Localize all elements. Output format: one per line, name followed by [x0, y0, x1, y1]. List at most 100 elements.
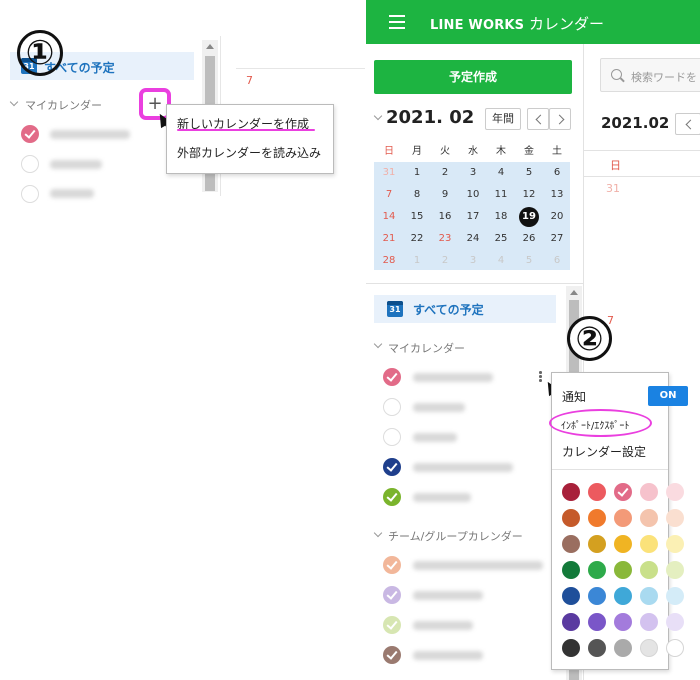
chevron-down-icon[interactable]	[373, 111, 383, 121]
calendar-day[interactable]: 24	[459, 230, 487, 248]
calendar-checkbox[interactable]	[383, 428, 401, 446]
calendar-checkbox[interactable]	[383, 556, 401, 574]
color-swatch[interactable]	[588, 639, 606, 657]
calendar-day[interactable]: 2	[431, 252, 459, 270]
calendar-day[interactable]: 3	[459, 164, 487, 182]
color-swatch[interactable]	[614, 561, 632, 579]
color-swatch[interactable]	[666, 483, 684, 501]
color-swatch[interactable]	[588, 587, 606, 605]
create-event-button[interactable]: 予定作成	[374, 60, 572, 94]
color-swatch[interactable]	[614, 483, 632, 501]
color-swatch[interactable]	[562, 561, 580, 579]
calendar-checkbox[interactable]	[383, 398, 401, 416]
calendar-day[interactable]: 16	[431, 208, 459, 226]
calendar-day[interactable]: 2	[431, 164, 459, 182]
color-swatch[interactable]	[640, 561, 658, 579]
color-swatch[interactable]	[666, 613, 684, 631]
calendar-day-today[interactable]: 19	[515, 208, 543, 226]
color-swatch[interactable]	[562, 509, 580, 527]
color-swatch[interactable]	[588, 535, 606, 553]
calendar-checkbox[interactable]	[383, 368, 401, 386]
search-input[interactable]: 検索ワードを	[631, 69, 697, 85]
all-schedules-item[interactable]: 31 すべての予定	[374, 295, 556, 323]
color-swatch[interactable]	[562, 613, 580, 631]
calendar-day[interactable]: 18	[487, 208, 515, 226]
calendar-day[interactable]: 31	[375, 164, 403, 182]
calendar-checkbox[interactable]	[383, 646, 401, 664]
menu-calendar-settings[interactable]: カレンダー設定	[562, 443, 646, 460]
calendar-day[interactable]: 1	[403, 252, 431, 270]
hamburger-menu-icon[interactable]	[389, 15, 405, 29]
calendar-day[interactable]: 10	[459, 186, 487, 204]
calendar-day[interactable]: 25	[487, 230, 515, 248]
scroll-up-arrow-icon[interactable]	[570, 290, 578, 295]
color-swatch[interactable]	[640, 509, 658, 527]
calendar-checkbox[interactable]	[383, 616, 401, 634]
chevron-down-icon[interactable]	[373, 528, 383, 538]
calendar-day[interactable]: 21	[375, 230, 403, 248]
calendar-day[interactable]: 6	[543, 252, 571, 270]
calendar-day[interactable]: 3	[459, 252, 487, 270]
color-swatch[interactable]	[588, 483, 606, 501]
search-box[interactable]: 検索ワードを	[600, 58, 700, 92]
color-swatch[interactable]	[614, 639, 632, 657]
color-swatch[interactable]	[614, 535, 632, 553]
color-swatch[interactable]	[640, 587, 658, 605]
calendar-day[interactable]: 15	[403, 208, 431, 226]
calendar-day[interactable]: 5	[515, 164, 543, 182]
calendar-day[interactable]: 7	[375, 186, 403, 204]
color-swatch[interactable]	[666, 639, 684, 657]
color-swatch[interactable]	[562, 483, 580, 501]
color-swatch[interactable]	[588, 561, 606, 579]
color-swatch[interactable]	[588, 509, 606, 527]
color-swatch[interactable]	[640, 535, 658, 553]
notify-toggle[interactable]: ON	[648, 386, 688, 406]
calendar-day[interactable]: 28	[375, 252, 403, 270]
calendar-checkbox[interactable]	[21, 155, 39, 173]
color-swatch[interactable]	[640, 613, 658, 631]
color-swatch[interactable]	[666, 587, 684, 605]
calendar-day[interactable]: 5	[515, 252, 543, 270]
color-swatch[interactable]	[562, 535, 580, 553]
color-swatch[interactable]	[666, 561, 684, 579]
prev-month-button[interactable]	[527, 108, 549, 130]
calendar-day[interactable]: 12	[515, 186, 543, 204]
calendar-day[interactable]: 17	[459, 208, 487, 226]
calendar-day[interactable]: 4	[487, 252, 515, 270]
calendar-checkbox[interactable]	[383, 458, 401, 476]
calendar-checkbox[interactable]	[21, 185, 39, 203]
color-swatch[interactable]	[588, 613, 606, 631]
calendar-day[interactable]: 1	[403, 164, 431, 182]
calendar-day[interactable]: 11	[487, 186, 515, 204]
chevron-down-icon[interactable]	[373, 339, 383, 349]
color-swatch[interactable]	[666, 535, 684, 553]
calendar-day[interactable]: 22	[403, 230, 431, 248]
menu-import-calendar[interactable]: 外部カレンダーを読み込み	[177, 144, 321, 161]
calendar-checkbox[interactable]	[383, 586, 401, 604]
chevron-down-icon[interactable]	[9, 97, 19, 107]
scroll-up-arrow-icon[interactable]	[206, 44, 214, 49]
calendar-day[interactable]: 27	[543, 230, 571, 248]
color-swatch[interactable]	[640, 639, 658, 657]
color-swatch[interactable]	[640, 483, 658, 501]
color-swatch[interactable]	[614, 587, 632, 605]
color-swatch[interactable]	[562, 587, 580, 605]
more-options-icon[interactable]	[539, 371, 542, 383]
color-swatch[interactable]	[562, 639, 580, 657]
main-prev-button[interactable]	[675, 113, 700, 135]
calendar-day[interactable]: 23	[431, 230, 459, 248]
menu-import-export[interactable]: ｲﾝﾎﾟｰﾄ/ｴｸｽﾎﾟｰﾄ	[561, 417, 629, 432]
calendar-day[interactable]: 20	[543, 208, 571, 226]
next-month-button[interactable]	[549, 108, 571, 130]
calendar-day[interactable]: 13	[543, 186, 571, 204]
calendar-day[interactable]: 8	[403, 186, 431, 204]
color-swatch[interactable]	[614, 509, 632, 527]
calendar-checkbox[interactable]	[21, 125, 39, 143]
calendar-checkbox[interactable]	[383, 488, 401, 506]
calendar-day[interactable]: 4	[487, 164, 515, 182]
color-swatch[interactable]	[666, 509, 684, 527]
calendar-day[interactable]: 6	[543, 164, 571, 182]
calendar-day[interactable]: 26	[515, 230, 543, 248]
calendar-day[interactable]: 9	[431, 186, 459, 204]
year-view-button[interactable]: 年間	[485, 108, 521, 130]
